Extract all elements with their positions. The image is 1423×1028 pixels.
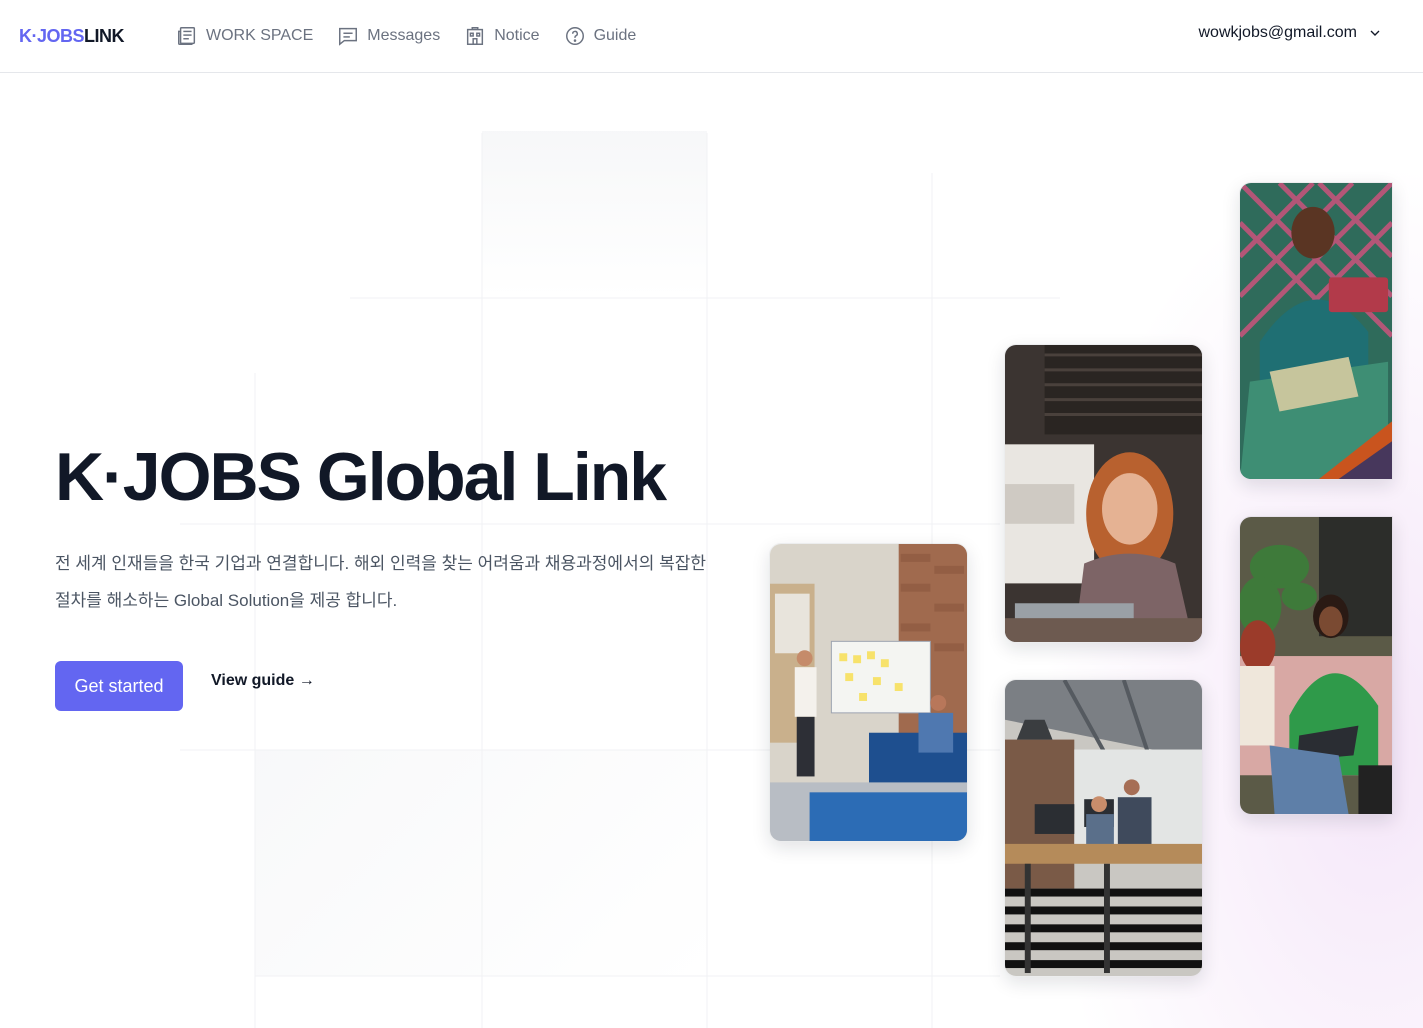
chat-icon bbox=[339, 27, 358, 46]
question-circle-icon bbox=[565, 27, 584, 45]
nav-label: Notice bbox=[494, 27, 540, 44]
hero-title: K·JOBS Global Link bbox=[55, 439, 667, 515]
brand-logo[interactable]: K·JOBSLINK bbox=[19, 26, 125, 47]
photo-team-whiteboard bbox=[769, 543, 968, 842]
account-email: wowkjobs@gmail.com bbox=[1198, 24, 1357, 41]
nav-label: Messages bbox=[367, 27, 441, 44]
main-nav: WORK SPACE Messages Notice Guide bbox=[176, 22, 636, 50]
account-menu[interactable]: wowkjobs@gmail.com bbox=[1198, 24, 1383, 42]
get-started-button[interactable]: Get started bbox=[55, 661, 183, 711]
top-navbar: K·JOBSLINK WORK SPACE Messages Notice Gu… bbox=[0, 0, 1423, 73]
nav-item-notice[interactable]: Notice bbox=[464, 22, 540, 50]
hero-description: 전 세계 인재들을 한국 기업과 연결합니다. 해외 인력을 찾는 어려움과 채… bbox=[55, 554, 706, 610]
photo-team-discussion bbox=[1239, 516, 1393, 815]
chevron-down-icon bbox=[1370, 30, 1380, 36]
nav-item-guide[interactable]: Guide bbox=[564, 22, 637, 50]
view-guide-link[interactable]: View guide → bbox=[211, 672, 315, 690]
nav-item-messages[interactable]: Messages bbox=[337, 22, 440, 50]
nav-label: Guide bbox=[593, 27, 637, 44]
logo-part-1: K·JOBS bbox=[19, 26, 85, 46]
photo-open-office bbox=[1004, 679, 1203, 977]
page: K·JOBSLINK WORK SPACE Messages Notice Gu… bbox=[0, 0, 1423, 1028]
newspaper-icon bbox=[178, 27, 196, 45]
building-icon bbox=[467, 27, 484, 45]
photo-woman-laptop bbox=[1004, 344, 1203, 643]
logo-part-2: LINK bbox=[84, 26, 125, 46]
photo-man-tablet bbox=[1239, 182, 1393, 480]
nav-label: WORK SPACE bbox=[206, 27, 314, 44]
nav-item-workspace[interactable]: WORK SPACE bbox=[176, 22, 313, 50]
